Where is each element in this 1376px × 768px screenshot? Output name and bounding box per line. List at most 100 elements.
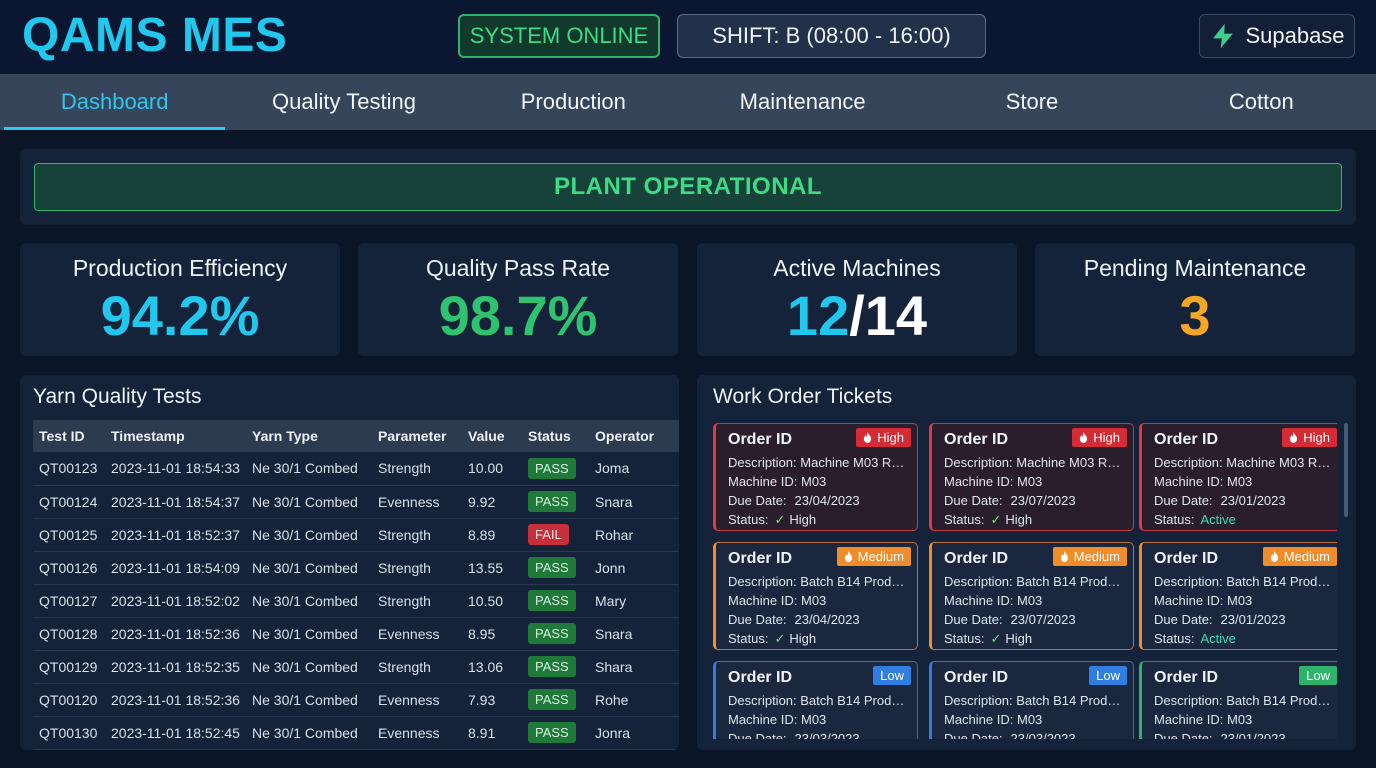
kpi-value: 98.7%: [438, 284, 598, 347]
column-header[interactable]: Operator: [589, 420, 679, 452]
test-id-cell: QT00120: [33, 683, 105, 717]
desc-value: Machine M03 Repair: [1226, 455, 1337, 470]
tab-dashboard[interactable]: Dashboard: [0, 74, 229, 130]
work-order-ticket[interactable]: Order ID High Description: Machine M03 Rep…: [1139, 423, 1337, 531]
kpi-label: Active Machines: [773, 255, 941, 281]
work-order-ticket[interactable]: Order ID High Description: Machine M03 Rep…: [929, 423, 1134, 531]
table-row[interactable]: QT00130 2023-11-01 18:52:45 Ne 30/1 Combed…: [33, 716, 679, 750]
due-value: 23/07/2023: [1010, 612, 1076, 627]
table-row[interactable]: QT00126 2023-11-01 18:54:09 Ne 30/1 Combed…: [33, 551, 679, 585]
column-header[interactable]: Parameter: [372, 420, 462, 452]
due-value: 23/01/2023: [1220, 731, 1286, 739]
due-label: Due Date:: [728, 612, 787, 627]
column-header[interactable]: Timestamp: [105, 420, 246, 452]
timestamp-cell: 2023-11-01 18:52:35: [105, 650, 246, 684]
parameter-cell: Evenness: [372, 716, 462, 750]
work-order-ticket[interactable]: Order ID High Description: Machine M03 Rep…: [713, 423, 918, 531]
column-header[interactable]: Value: [462, 420, 522, 452]
parameter-cell: Evenness: [372, 683, 462, 717]
count-separator: /: [849, 284, 865, 347]
ticket-description: Description: Batch B14 Production: [728, 572, 917, 591]
ticket-due-date: Due Date: 23/04/2023: [728, 610, 917, 629]
kpi-value: 94.2%: [100, 284, 260, 347]
machine-label: Machine ID:: [944, 474, 1014, 489]
check-icon: ✓: [774, 512, 786, 527]
table-row[interactable]: QT00129 2023-11-01 18:52:35 Ne 30/1 Combed…: [33, 650, 679, 684]
priority-label: High: [877, 430, 904, 445]
work-order-ticket[interactable]: Order ID Medium Description: Batch B14 Pro…: [1139, 542, 1337, 650]
due-value: 23/04/2023: [794, 493, 860, 508]
yarn-type-cell: Ne 30/1 Combed: [246, 650, 372, 684]
table-row[interactable]: QT00123 2023-11-01 18:54:33 Ne 30/1 Combed…: [33, 452, 679, 486]
ticket-grid: Order ID High Description: Machine M03 Rep…: [713, 423, 1337, 739]
tab-maintenance[interactable]: Maintenance: [688, 74, 917, 130]
ticket-machine: Machine ID: M03: [728, 710, 917, 729]
ticket-status: Status: ✓ High: [944, 510, 1133, 529]
machine-value: M03: [1017, 712, 1043, 727]
machine-value: M03: [1017, 474, 1043, 489]
work-order-ticket[interactable]: Order ID Low Description: Batch B14 Produc…: [713, 661, 918, 739]
kpi-value: 3: [1179, 284, 1211, 347]
work-order-ticket[interactable]: Order ID Medium Description: Batch B14 Pro…: [929, 542, 1134, 650]
ticket-status: Status: Active: [1154, 629, 1337, 648]
table-row[interactable]: QT00127 2023-11-01 18:52:02 Ne 30/1 Combed…: [33, 584, 679, 618]
status-label: Status:: [944, 631, 985, 646]
desc-value: Batch B14 Production: [800, 574, 917, 589]
ticket-due-date: Due Date: 23/07/2023: [944, 610, 1133, 629]
priority-badge: Medium: [1262, 547, 1337, 566]
tab-store[interactable]: Store: [917, 74, 1146, 130]
status-label: Status:: [1154, 512, 1195, 527]
parameter-cell: Strength: [372, 584, 462, 618]
due-label: Due Date:: [944, 612, 1003, 627]
column-header[interactable]: Yarn Type: [246, 420, 372, 452]
desc-label: Description:: [728, 693, 797, 708]
machine-value: M03: [1227, 474, 1253, 489]
priority-badge: High: [1282, 428, 1337, 447]
table-row[interactable]: QT00128 2023-11-01 18:52:36 Ne 30/1 Combed…: [33, 617, 679, 651]
yarn-type-cell: Ne 30/1 Combed: [246, 716, 372, 750]
ticket-due-date: Due Date: 23/03/2023: [728, 729, 917, 739]
value-cell: 7.93: [462, 683, 522, 717]
work-order-ticket[interactable]: Order ID Medium Description: Batch B14 Pro…: [713, 542, 918, 650]
ticket-status: Status: ✓ High: [728, 510, 917, 529]
yarn-type-cell: Ne 30/1 Combed: [246, 584, 372, 618]
status-label: Status:: [728, 512, 769, 527]
desc-value: Machine M03 Repair: [1016, 455, 1133, 470]
ticket-description: Description: Machine M03 Repair: [728, 453, 917, 472]
tab-cotton[interactable]: Cotton: [1147, 74, 1376, 130]
priority-label: Medium: [1073, 549, 1120, 564]
desc-value: Batch B14 Product...: [1016, 693, 1133, 708]
tab-production[interactable]: Production: [459, 74, 688, 130]
work-order-ticket[interactable]: Order ID Low Description: Batch B14 Produc…: [929, 661, 1134, 739]
ticket-due-date: Due Date: 23/04/2023: [728, 491, 917, 510]
column-header[interactable]: Status: [522, 420, 589, 452]
table-row[interactable]: QT00124 2023-11-01 18:54:37 Ne 30/1 Combed…: [33, 485, 679, 519]
operator-cell: Mary: [589, 584, 679, 618]
ticket-scrollbar[interactable]: [1344, 423, 1348, 517]
desc-label: Description:: [1154, 693, 1223, 708]
table-row[interactable]: QT00120 2023-11-01 18:52:36 Ne 30/1 Combed…: [33, 683, 679, 717]
yarn-type-cell: Ne 30/1 Combed: [246, 518, 372, 552]
priority-badge: High: [856, 428, 911, 447]
ticket-due-date: Due Date: 23/01/2023: [1154, 610, 1337, 629]
flame-icon: [864, 432, 872, 443]
ticket-status: Status: Active: [1154, 510, 1337, 529]
value-cell: 10.50: [462, 584, 522, 618]
machine-value: M03: [801, 593, 827, 608]
column-header[interactable]: Test ID: [33, 420, 105, 452]
operator-cell: Rohar: [589, 518, 679, 552]
operator-cell: Snara: [589, 617, 679, 651]
supabase-button[interactable]: Supabase: [1199, 14, 1355, 58]
status-value: Active: [1200, 512, 1236, 527]
work-order-ticket[interactable]: Order ID Low Description: Batch B14 Produc…: [1139, 661, 1337, 739]
table-row[interactable]: QT00125 2023-11-01 18:52:37 Ne 30/1 Combed…: [33, 518, 679, 552]
machine-value: M03: [1227, 712, 1253, 727]
yarn-type-cell: Ne 30/1 Combed: [246, 485, 372, 519]
operator-cell: Jonn: [589, 551, 679, 585]
machine-label: Machine ID:: [728, 593, 798, 608]
desc-label: Description:: [944, 693, 1013, 708]
status-value: High: [789, 631, 817, 646]
work-order-panel: Work Order Tickets Order ID High Descripti…: [697, 375, 1356, 750]
priority-label: Low: [880, 668, 904, 683]
tab-quality-testing[interactable]: Quality Testing: [229, 74, 458, 130]
